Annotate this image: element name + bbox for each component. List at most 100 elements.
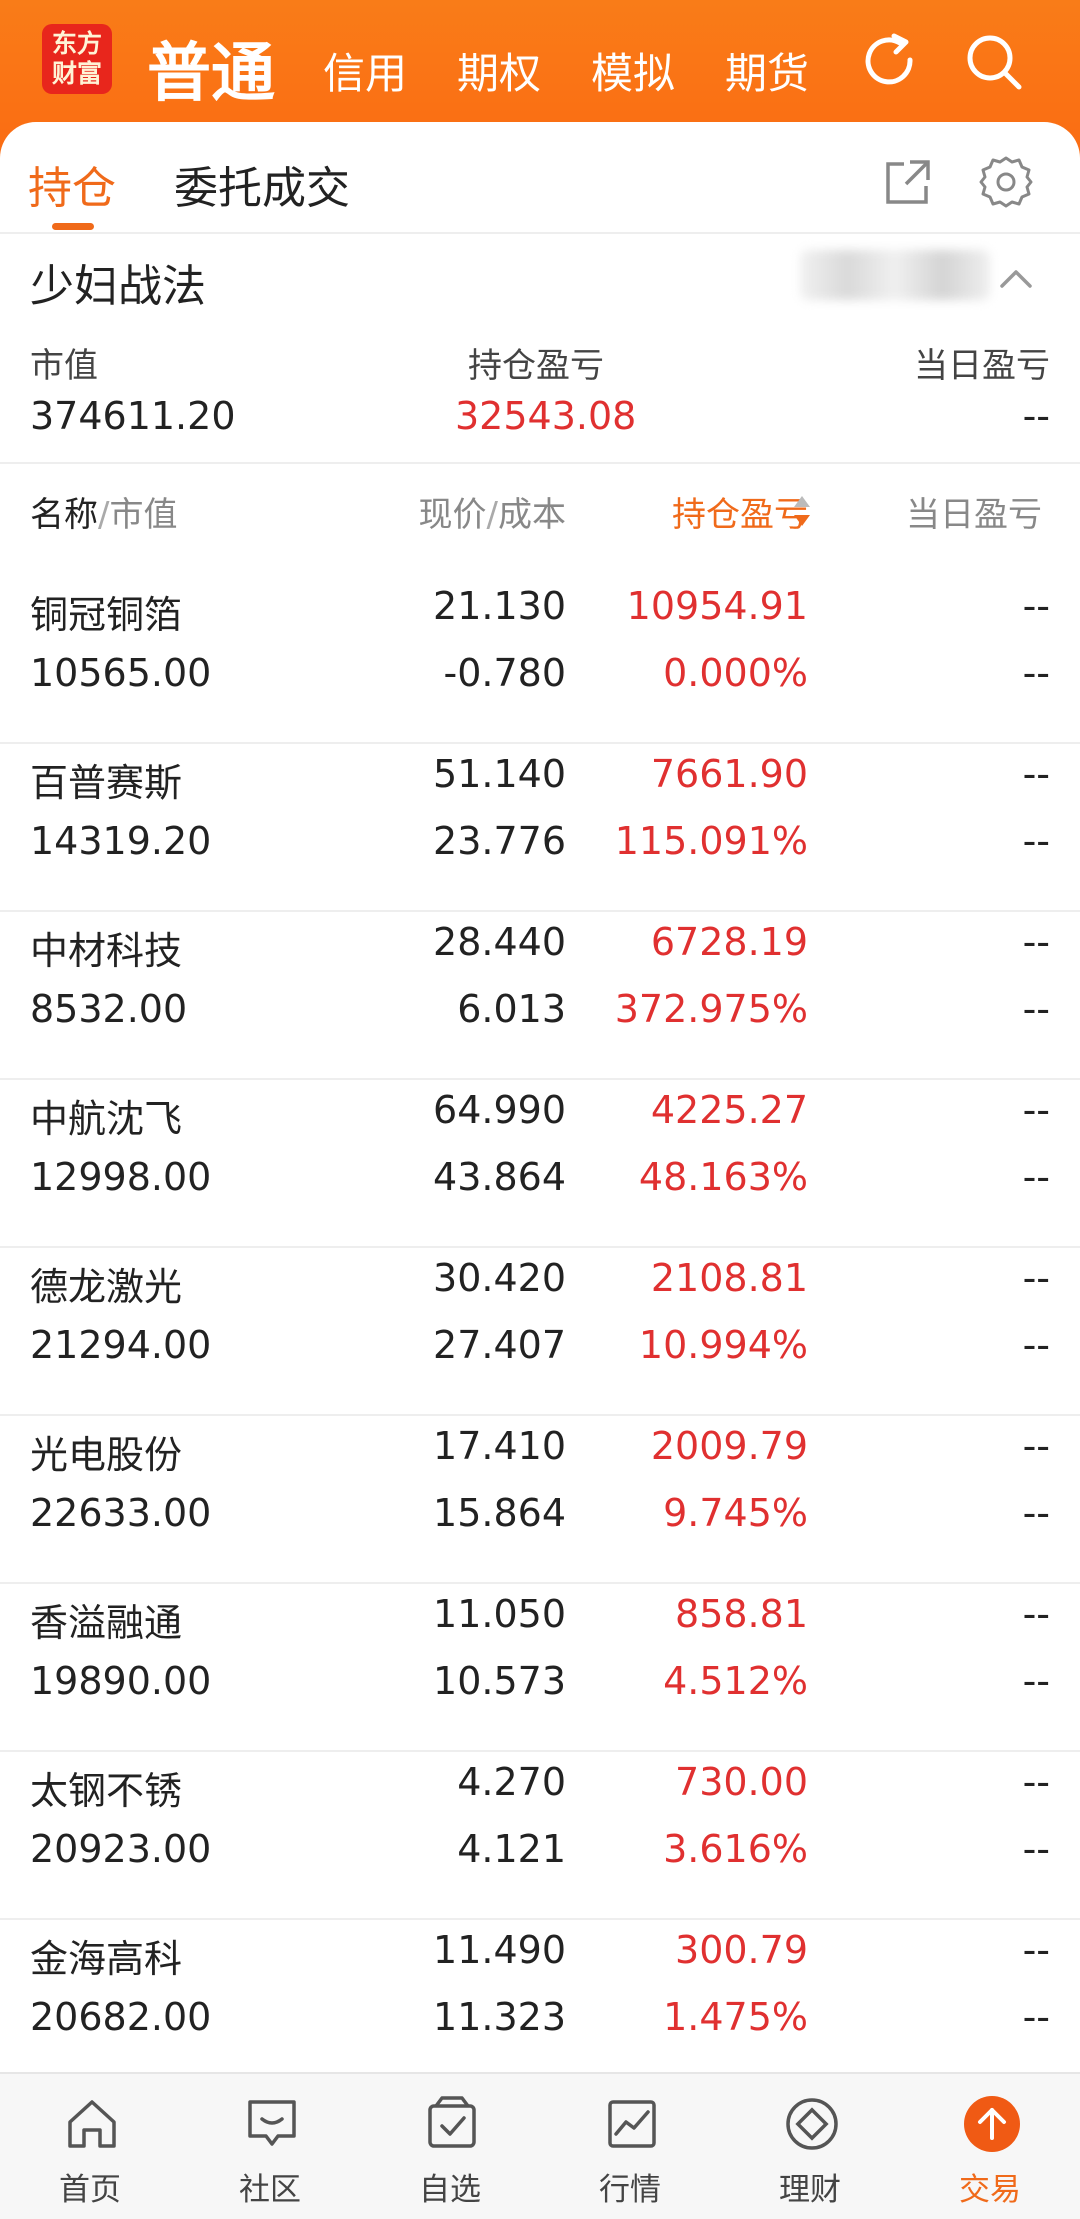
header-name: 名称 [30, 495, 98, 535]
position-market-value: 20923.00 [30, 1827, 212, 1871]
chevron-up-icon[interactable] [996, 264, 1036, 294]
position-holding-pnl: 2009.79 [650, 1424, 808, 1468]
position-market-value: 21294.00 [30, 1323, 212, 1367]
position-holding-pnl-percent: 3.616% [663, 1827, 808, 1871]
position-daily-pnl: -- [1022, 1928, 1050, 1972]
sort-arrows-icon[interactable] [792, 494, 812, 528]
nav-trade[interactable]: 交易 [900, 2074, 1080, 2219]
position-daily-pnl: -- [1022, 752, 1050, 796]
position-daily-pnl-percent: -- [1022, 1659, 1050, 1703]
nav-label: 理财 [779, 2172, 841, 2208]
position-market-value: 19890.00 [30, 1659, 212, 1703]
position-current-price: 28.440 [433, 920, 566, 964]
nav-community[interactable]: 社区 [180, 2074, 360, 2219]
header-market-value: 市值 [109, 495, 178, 535]
position-name: 香溢融通 [30, 1601, 183, 1645]
position-row[interactable]: 铜冠铜箔 10565.00 21.130 -0.780 10954.91 0.000% --… [0, 574, 1080, 744]
position-name: 百普赛斯 [30, 761, 183, 805]
daily-pnl-value: -- [1022, 394, 1050, 438]
position-cost-price: 23.776 [433, 819, 566, 863]
top-tab-credit[interactable]: 信用 [323, 40, 407, 101]
sub-tabs: 持仓 委托成交 [0, 122, 1080, 234]
position-daily-pnl: -- [1022, 1424, 1050, 1468]
position-market-value: 10565.00 [30, 651, 212, 695]
position-holding-pnl: 6728.19 [650, 920, 808, 964]
position-market-value: 12998.00 [30, 1155, 212, 1199]
tab-orders-trades[interactable]: 委托成交 [174, 152, 350, 216]
market-value-label: 市值 [30, 346, 98, 386]
position-holding-pnl-percent: 372.975% [614, 987, 808, 1031]
position-market-value: 8532.00 [30, 987, 188, 1031]
position-daily-pnl-percent: -- [1022, 1995, 1050, 2039]
position-holding-pnl-percent: 48.163% [638, 1155, 808, 1199]
position-market-value: 20682.00 [30, 1995, 212, 2039]
market-chart-icon [608, 2100, 656, 2148]
refresh-icon[interactable] [858, 30, 922, 94]
position-holding-pnl: 4225.27 [650, 1088, 808, 1132]
logo-line1: 东方 [51, 29, 102, 58]
app-logo[interactable]: 东方 财富 [42, 24, 112, 94]
wealth-icon [786, 2098, 838, 2150]
nav-label: 交易 [959, 2172, 1021, 2208]
position-cost-price: 6.013 [457, 987, 566, 1031]
position-holding-pnl: 2108.81 [650, 1256, 808, 1300]
position-daily-pnl-percent: -- [1022, 1323, 1050, 1367]
position-holding-pnl-percent: 10.994% [638, 1323, 808, 1367]
position-holding-pnl-percent: 9.745% [663, 1491, 808, 1535]
nav-label: 行情 [599, 2172, 661, 2208]
header-holding-pnl-sort[interactable]: 持仓盈亏 [672, 487, 808, 536]
position-holding-pnl-percent: 1.475% [663, 1995, 808, 2039]
position-name: 中材科技 [30, 929, 183, 973]
header-holding-pnl: 持仓盈亏 [672, 495, 808, 535]
top-tab-simulation[interactable]: 模拟 [591, 40, 675, 101]
top-tab-futures[interactable]: 期货 [725, 40, 809, 101]
top-tab-options[interactable]: 期权 [457, 40, 541, 101]
position-row[interactable]: 光电股份 22633.00 17.410 15.864 2009.79 9.745% -- -… [0, 1414, 1080, 1584]
position-row[interactable]: 香溢融通 19890.00 11.050 10.573 858.81 4.512% -- -- [0, 1582, 1080, 1752]
position-holding-pnl-percent: 4.512% [663, 1659, 808, 1703]
position-current-price: 51.140 [433, 752, 566, 796]
header-slash: / [486, 495, 498, 535]
position-current-price: 64.990 [433, 1088, 566, 1132]
position-holding-pnl: 7661.90 [650, 752, 808, 796]
position-market-value: 22633.00 [30, 1491, 212, 1535]
position-row[interactable]: 中材科技 8532.00 28.440 6.013 6728.19 372.975% -- -… [0, 910, 1080, 1080]
nav-wealth[interactable]: 理财 [720, 2074, 900, 2219]
position-cost-price: 27.407 [433, 1323, 566, 1367]
position-row[interactable]: 中航沈飞 12998.00 64.990 43.864 4225.27 48.163% --… [0, 1078, 1080, 1248]
position-daily-pnl-percent: -- [1022, 819, 1050, 863]
share-icon[interactable] [880, 154, 936, 210]
position-current-price: 11.490 [433, 1928, 566, 1972]
position-cost-price: 15.864 [433, 1491, 566, 1535]
holding-pnl-label: 持仓盈亏 [468, 346, 604, 386]
nav-watchlist[interactable]: 自选 [360, 2074, 540, 2219]
position-row[interactable]: 百普赛斯 14319.20 51.140 23.776 7661.90 115.091% -… [0, 742, 1080, 912]
masked-account-number [800, 250, 990, 300]
top-tab-normal[interactable]: 普通 [147, 22, 275, 114]
position-row[interactable]: 德龙激光 21294.00 30.420 27.407 2108.81 10.994% --… [0, 1246, 1080, 1416]
nav-market[interactable]: 行情 [540, 2074, 720, 2219]
position-row[interactable]: 太钢不锈 20923.00 4.270 4.121 730.00 3.616% -- -- [0, 1750, 1080, 1920]
position-current-price: 11.050 [433, 1592, 566, 1636]
logo-line2: 财富 [51, 59, 102, 88]
account-name[interactable]: 少妇战法 [30, 250, 206, 314]
settings-icon[interactable] [978, 154, 1034, 210]
position-name: 太钢不锈 [30, 1769, 183, 1813]
holding-pnl-value: 32543.08 [455, 394, 637, 438]
position-cost-price: 43.864 [433, 1155, 566, 1199]
market-value: 374611.20 [30, 394, 236, 438]
position-daily-pnl-percent: -- [1022, 1827, 1050, 1871]
position-holding-pnl: 300.79 [675, 1928, 808, 1972]
divider [0, 462, 1080, 464]
position-row[interactable]: 金海高科 20682.00 11.490 11.323 300.79 1.475% -- -- [0, 1918, 1080, 2088]
position-daily-pnl-percent: -- [1022, 1491, 1050, 1535]
header-daily-pnl: 当日盈亏 [906, 495, 1042, 535]
nav-home[interactable]: 首页 [0, 2074, 180, 2219]
position-daily-pnl-percent: -- [1022, 987, 1050, 1031]
trade-icon [964, 2096, 1020, 2152]
position-name: 铜冠铜箔 [30, 593, 183, 637]
tab-holdings[interactable]: 持仓 [28, 152, 116, 216]
position-name: 光电股份 [30, 1433, 183, 1477]
header-name-value: 名称/市值 [30, 487, 177, 536]
search-icon[interactable] [962, 30, 1026, 94]
